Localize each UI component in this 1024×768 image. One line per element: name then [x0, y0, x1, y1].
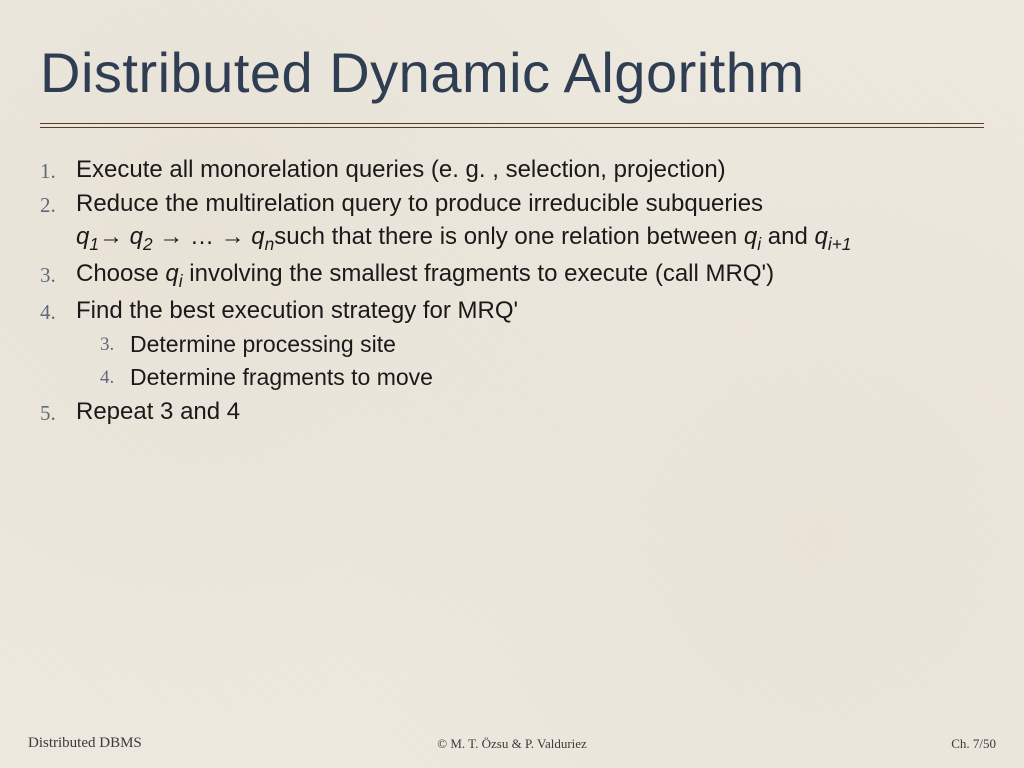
- item-number: 3.: [100, 329, 130, 360]
- footer: Distributed DBMS © M. T. Özsu & P. Valdu…: [0, 735, 1024, 752]
- list-item: 3. Choose qi involving the smallest frag…: [40, 258, 984, 293]
- list-item: 5. Repeat 3 and 4: [40, 396, 984, 428]
- item-text-tail: such that there is only one relation bet…: [274, 223, 744, 250]
- title-divider: [40, 123, 984, 128]
- item-text: Determine processing site: [130, 329, 984, 360]
- item-number: 4.: [100, 362, 130, 393]
- list-item: 3. Determine processing site: [100, 329, 984, 360]
- sublist: 3. Determine processing site 4. Determin…: [100, 329, 984, 393]
- footer-copyright: © M. T. Özsu & P. Valduriez: [437, 736, 587, 752]
- item-number: 2.: [40, 188, 76, 256]
- list-item: 1. Execute all monorelation queries (e. …: [40, 154, 984, 186]
- item-text-line1: Reduce the multirelation query to produc…: [76, 190, 763, 217]
- item-text-and: and: [761, 223, 814, 250]
- item-number: 3.: [40, 258, 76, 293]
- footer-left: Distributed DBMS: [28, 735, 142, 752]
- slide-title: Distributed Dynamic Algorithm: [40, 40, 984, 105]
- list-item: 4. Find the best execution strategy for …: [40, 295, 984, 327]
- item-text: Determine fragments to move: [130, 362, 984, 393]
- item-text: Execute all monorelation queries (e. g. …: [76, 154, 984, 186]
- footer-page-number: Ch. 7/50: [951, 736, 996, 752]
- list-item: 4. Determine fragments to move: [100, 362, 984, 393]
- content-body: 1. Execute all monorelation queries (e. …: [40, 154, 984, 428]
- item-text: Choose qi involving the smallest fragmen…: [76, 258, 984, 293]
- list-item: 2. Reduce the multirelation query to pro…: [40, 188, 984, 256]
- item-number: 4.: [40, 295, 76, 327]
- item-text: Repeat 3 and 4: [76, 396, 984, 428]
- item-text-b: involving the smallest fragments to exec…: [183, 260, 774, 287]
- item-text: Find the best execution strategy for MRQ…: [76, 295, 984, 327]
- item-text: Reduce the multirelation query to produc…: [76, 188, 984, 256]
- item-number: 1.: [40, 154, 76, 186]
- item-text-a: Choose: [76, 260, 165, 287]
- item-number: 5.: [40, 396, 76, 428]
- slide: Distributed Dynamic Algorithm 1. Execute…: [0, 0, 1024, 768]
